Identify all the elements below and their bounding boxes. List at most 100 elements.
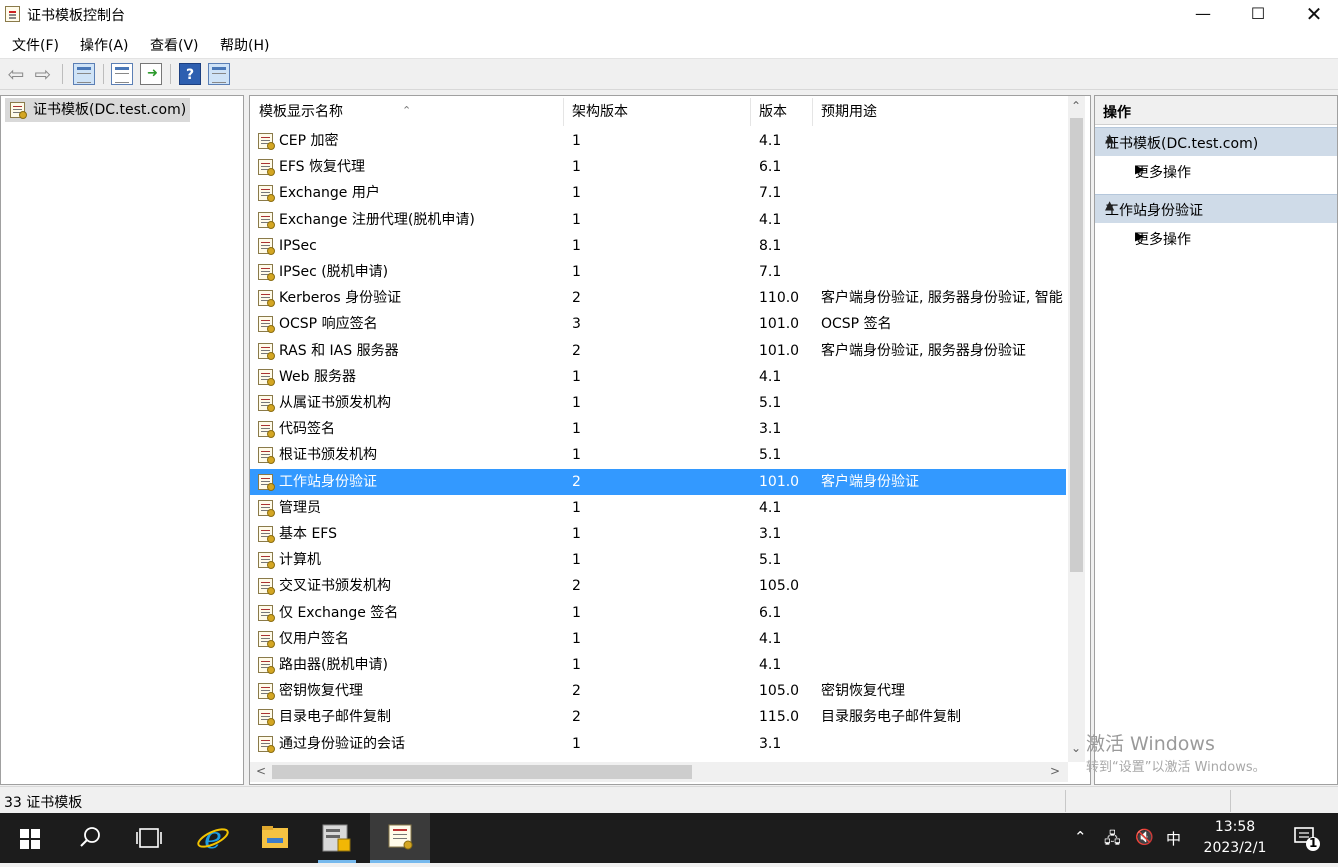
maximize-button[interactable]: ☐	[1235, 0, 1281, 30]
template-name-cell: Exchange 注册代理(脱机申请)	[279, 211, 475, 228]
collapse-icon[interactable]: ▲	[1105, 131, 1327, 145]
column-header-schema[interactable]: 架构版本	[563, 96, 750, 126]
menu-help[interactable]: 帮助(H)	[220, 35, 269, 55]
schema-version-cell: 1	[572, 552, 581, 569]
table-row[interactable]: RAS 和 IAS 服务器 2 101.0 客户端身份验证, 服务器身份验证	[250, 338, 1066, 364]
show-hide-action-pane-icon[interactable]	[208, 63, 230, 85]
close-button[interactable]: ✕	[1291, 0, 1337, 30]
start-button[interactable]	[0, 813, 58, 863]
taskbar-server-manager[interactable]	[308, 813, 366, 863]
version-cell: 4.1	[759, 211, 782, 228]
column-header-version[interactable]: 版本	[750, 96, 812, 126]
vertical-scroll-thumb[interactable]	[1070, 118, 1083, 572]
export-list-icon[interactable]	[140, 63, 162, 85]
template-name-cell: 仅 Exchange 签名	[279, 604, 399, 621]
version-cell: 105.0	[759, 683, 800, 700]
version-cell: 6.1	[759, 159, 782, 176]
menu-bar: 文件(F) 操作(A) 查看(V) 帮助(H)	[0, 30, 1338, 59]
properties-icon[interactable]	[111, 63, 133, 85]
ime-indicator[interactable]: 中	[1166, 828, 1181, 849]
table-row[interactable]: EFS 恢复代理 1 6.1	[250, 154, 1066, 180]
search-button[interactable]	[60, 813, 118, 863]
volume-muted-icon[interactable]: 🔇	[1135, 828, 1154, 846]
show-hidden-icons-icon[interactable]: ⌃	[1074, 828, 1087, 846]
template-name-cell: Exchange 用户	[279, 185, 380, 202]
table-row[interactable]: IPSec 1 8.1	[250, 233, 1066, 259]
template-name-cell: 根证书颁发机构	[279, 447, 377, 464]
table-row[interactable]: 仅 Exchange 签名 1 6.1	[250, 600, 1066, 626]
table-row[interactable]: Exchange 注册代理(脱机申请) 1 4.1	[250, 207, 1066, 233]
table-row[interactable]: 路由器(脱机申请) 1 4.1	[250, 652, 1066, 678]
search-icon	[80, 827, 100, 847]
intended-purpose-cell: 目录服务电子邮件复制	[821, 709, 961, 726]
table-row[interactable]: 密钥恢复代理 2 105.0 密钥恢复代理	[250, 678, 1066, 704]
folder-icon	[262, 826, 288, 848]
table-row[interactable]: 代码签名 1 3.1	[250, 416, 1066, 442]
certificate-icon	[388, 824, 413, 850]
window-title: 证书模板控制台	[27, 8, 125, 24]
table-row[interactable]: Web 服务器 1 4.1	[250, 364, 1066, 390]
scroll-down-icon[interactable]: ⌄	[1071, 741, 1081, 755]
clock-time: 13:58	[1214, 819, 1256, 835]
table-row[interactable]: 目录电子邮件复制 2 115.0 目录服务电子邮件复制	[250, 704, 1066, 730]
horizontal-scroll-thumb[interactable]	[272, 765, 692, 779]
column-header-name[interactable]: 模板显示名称 ⌃	[250, 96, 563, 126]
minimize-button[interactable]: —	[1180, 0, 1226, 30]
back-arrow-icon[interactable]: ⇦	[5, 63, 27, 85]
table-row[interactable]: 根证书颁发机构 1 5.1	[250, 442, 1066, 468]
menu-file[interactable]: 文件(F)	[12, 35, 59, 55]
taskbar-internet-explorer[interactable]: e	[184, 813, 242, 863]
schema-version-cell: 2	[572, 342, 581, 359]
intended-purpose-cell: 客户端身份验证, 服务器身份验证	[821, 342, 1026, 359]
version-cell: 5.1	[759, 552, 782, 569]
table-row[interactable]: 基本 EFS 1 3.1	[250, 521, 1066, 547]
certificate-template-icon	[258, 526, 275, 543]
horizontal-scrollbar[interactable]: < >	[250, 762, 1068, 782]
table-row[interactable]: Exchange 用户 1 7.1	[250, 180, 1066, 206]
taskbar-file-explorer[interactable]	[246, 813, 304, 863]
action-group-certificate-templates[interactable]: 证书模板(DC.test.com) ▲	[1095, 127, 1337, 156]
menu-view[interactable]: 查看(V)	[150, 35, 199, 55]
help-icon[interactable]: ?	[179, 63, 201, 85]
scroll-left-icon[interactable]: <	[256, 764, 266, 778]
table-row[interactable]: OCSP 响应签名 3 101.0 OCSP 签名	[250, 311, 1066, 337]
system-clock[interactable]: 13:58 2023/2/1	[1196, 817, 1274, 859]
version-cell: 7.1	[759, 264, 782, 280]
table-row[interactable]: 从属证书颁发机构 1 5.1	[250, 390, 1066, 416]
table-row[interactable]: 通过身份验证的会话 1 3.1	[250, 731, 1066, 757]
menu-action[interactable]: 操作(A)	[80, 35, 129, 55]
collapse-icon[interactable]: ▲	[1105, 198, 1327, 212]
scroll-up-icon[interactable]: ⌃	[1071, 99, 1081, 113]
version-cell: 110.0	[759, 290, 800, 307]
internet-explorer-icon: e	[197, 821, 229, 856]
more-actions-item[interactable]: 更多操作 ▶	[1095, 224, 1337, 252]
more-actions-item[interactable]: 更多操作 ▶	[1095, 157, 1337, 185]
certificate-template-icon	[258, 159, 275, 177]
show-hide-console-tree-icon[interactable]	[73, 63, 95, 85]
forward-arrow-icon[interactable]: ⇨	[32, 63, 54, 85]
table-row[interactable]: CEP 加密 1 4.1	[250, 128, 1066, 154]
schema-version-cell: 1	[572, 630, 581, 647]
schema-version-cell: 1	[572, 395, 581, 411]
certificate-template-icon	[258, 395, 275, 412]
schema-version-cell: 1	[572, 211, 581, 228]
tree-item-certificate-templates[interactable]: 证书模板(DC.test.com)	[5, 98, 191, 122]
schema-version-cell: 2	[572, 683, 581, 700]
table-row[interactable]: Kerberos 身份验证 2 110.0 客户端身份验证, 服务器身份验证, 智能	[250, 285, 1066, 311]
table-row[interactable]: 仅用户签名 1 4.1	[250, 626, 1066, 652]
vertical-scrollbar[interactable]: ⌃ ⌄	[1068, 96, 1085, 762]
action-group-workstation-authentication[interactable]: 工作站身份验证 ▲	[1095, 194, 1337, 223]
table-row[interactable]: 交叉证书颁发机构 2 105.0	[250, 573, 1066, 599]
taskbar-certificate-templates[interactable]	[370, 813, 430, 863]
action-center-button[interactable]: 1	[1293, 826, 1321, 852]
table-row[interactable]: 工作站身份验证 2 101.0 客户端身份验证	[250, 468, 1066, 495]
table-row[interactable]: 计算机 1 5.1	[250, 547, 1066, 573]
version-cell: 101.0	[759, 316, 800, 333]
task-view-button[interactable]	[120, 813, 178, 863]
table-row[interactable]: IPSec (脱机申请) 1 7.1	[250, 259, 1066, 285]
network-icon[interactable]: 🖧	[1104, 828, 1121, 853]
certificate-template-icon	[258, 316, 275, 334]
column-header-purpose[interactable]: 预期用途	[812, 96, 1066, 126]
scroll-right-icon[interactable]: >	[1050, 764, 1060, 778]
table-row[interactable]: 管理员 1 4.1	[250, 495, 1066, 521]
